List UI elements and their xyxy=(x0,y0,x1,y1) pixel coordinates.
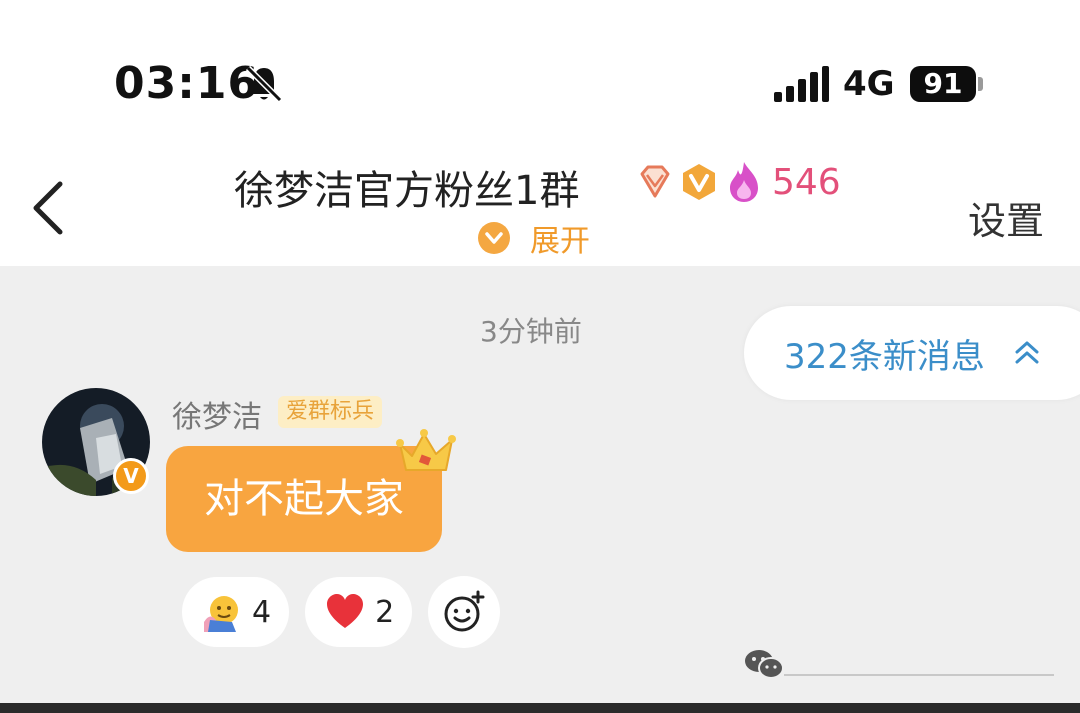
watermark-divider xyxy=(784,674,1054,676)
chat-header: 03:16 4G 91 徐梦洁官方粉丝1群 546 展开 设置 xyxy=(0,0,1080,266)
chevron-down-icon xyxy=(478,222,510,254)
flame-icon xyxy=(730,162,758,202)
double-chevron-up-icon xyxy=(1015,341,1039,364)
reaction-count: 4 xyxy=(252,594,272,630)
battery-indicator: 91 xyxy=(910,66,976,102)
smile-plus-icon xyxy=(444,590,485,632)
crown-icon xyxy=(396,429,456,471)
bell-muted-icon xyxy=(245,65,283,103)
network-type: 4G xyxy=(843,64,895,104)
verified-badge-icon: V xyxy=(113,458,149,494)
v-badge-icon xyxy=(683,164,715,200)
bottom-edge xyxy=(0,703,1080,713)
battery-tip xyxy=(978,77,983,91)
message-timestamp: 3分钟前 xyxy=(480,315,582,348)
diamond-badge-icon xyxy=(640,165,670,198)
new-messages-button[interactable]: 322条新消息 xyxy=(744,306,1080,400)
expand-label: 展开 xyxy=(530,224,590,259)
hug-emoji-icon xyxy=(204,596,238,632)
member-tag: 爱群标兵 xyxy=(278,396,383,428)
back-icon[interactable] xyxy=(28,178,68,238)
reaction-count: 2 xyxy=(375,594,395,630)
sender-name[interactable]: 徐梦洁 xyxy=(172,392,262,436)
reaction-bar: 4 2 xyxy=(182,576,501,648)
signal-icon xyxy=(774,66,829,102)
heat-count: 546 xyxy=(772,162,841,203)
add-reaction-button[interactable] xyxy=(428,576,501,648)
reaction-heart[interactable]: 2 xyxy=(305,577,413,647)
expand-button[interactable]: 展开 xyxy=(478,218,590,259)
group-title: 徐梦洁官方粉丝1群 xyxy=(234,168,580,214)
wechat-icon xyxy=(745,650,784,679)
status-time: 03:16 xyxy=(114,58,260,109)
heart-emoji-icon xyxy=(327,594,364,628)
settings-button[interactable]: 设置 xyxy=(968,190,1044,245)
reaction-hug[interactable]: 4 xyxy=(182,577,290,647)
new-messages-label: 322条新消息 xyxy=(784,336,985,377)
